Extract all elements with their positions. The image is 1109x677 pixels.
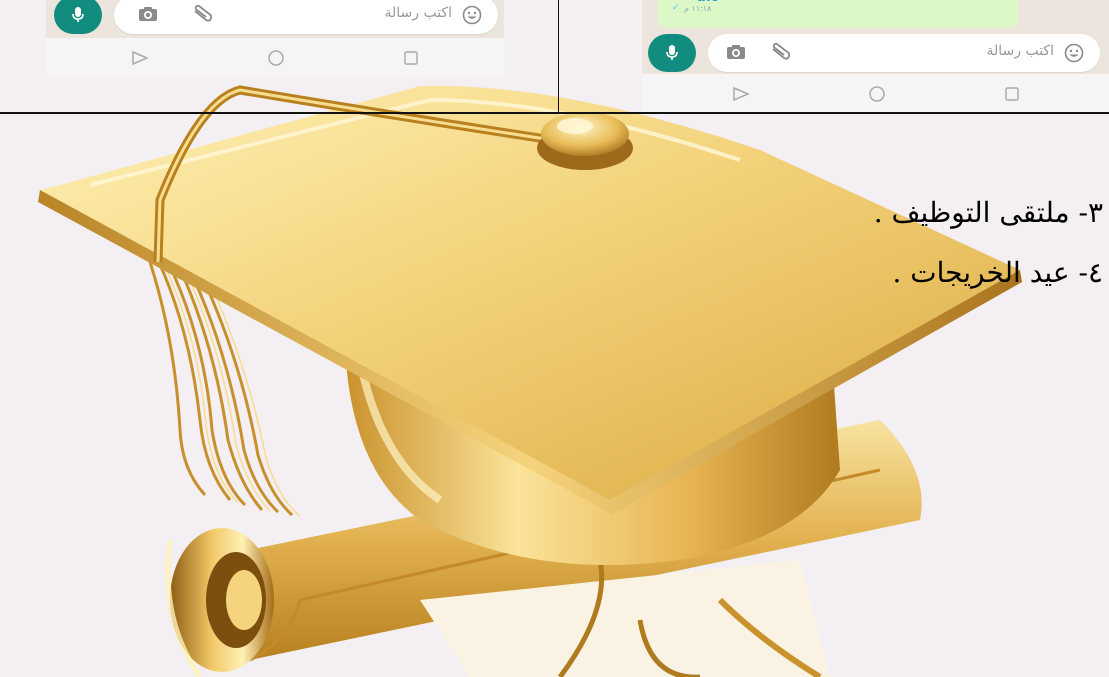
nav-back-icon[interactable] (131, 50, 149, 66)
android-nav-bar (46, 38, 504, 76)
message-time: ١١:١٨ م (684, 4, 712, 13)
read-check-icon: ✓ (672, 3, 680, 13)
table-vertical-divider (558, 0, 559, 112)
android-nav-bar (642, 74, 1109, 112)
mic-button[interactable] (648, 34, 696, 72)
paperclip-icon[interactable] (770, 43, 792, 61)
message-bubble: ≋ ult ✓ ١١:١٨ م (658, 0, 1018, 28)
mic-button[interactable] (54, 0, 102, 34)
message-input[interactable]: اكتب رسالة (114, 0, 498, 34)
list-item-employment-forum: ٣- ملتقى التوظيف . (873, 196, 1103, 229)
nav-home-icon[interactable] (267, 49, 285, 67)
mic-icon (72, 7, 84, 22)
list-item-graduation-day: ٤- عيد الخريجات . (892, 256, 1103, 289)
mic-icon (666, 45, 678, 60)
paperclip-icon[interactable] (192, 5, 214, 23)
message-input[interactable]: اكتب رسالة (708, 34, 1100, 72)
nav-recents-icon[interactable] (403, 50, 419, 66)
whatsapp-screenshot-right: ≋ ult ✓ ١١:١٨ م اكتب رسالة (642, 0, 1109, 112)
camera-icon[interactable] (726, 43, 746, 61)
whatsapp-screenshot-left: اكتب رسالة (46, 0, 504, 76)
slide: اكتب رسالة ≋ ult ✓ ١١:١٨ م (0, 0, 1109, 677)
input-placeholder: اكتب رسالة (986, 43, 1054, 59)
emoji-icon[interactable] (1064, 43, 1084, 63)
nav-recents-icon[interactable] (1004, 86, 1020, 102)
emoji-icon[interactable] (462, 5, 482, 25)
nav-home-icon[interactable] (868, 85, 886, 103)
nav-back-icon[interactable] (732, 86, 750, 102)
input-placeholder: اكتب رسالة (384, 5, 452, 21)
table-horizontal-divider (0, 112, 1109, 114)
camera-icon[interactable] (138, 5, 158, 23)
